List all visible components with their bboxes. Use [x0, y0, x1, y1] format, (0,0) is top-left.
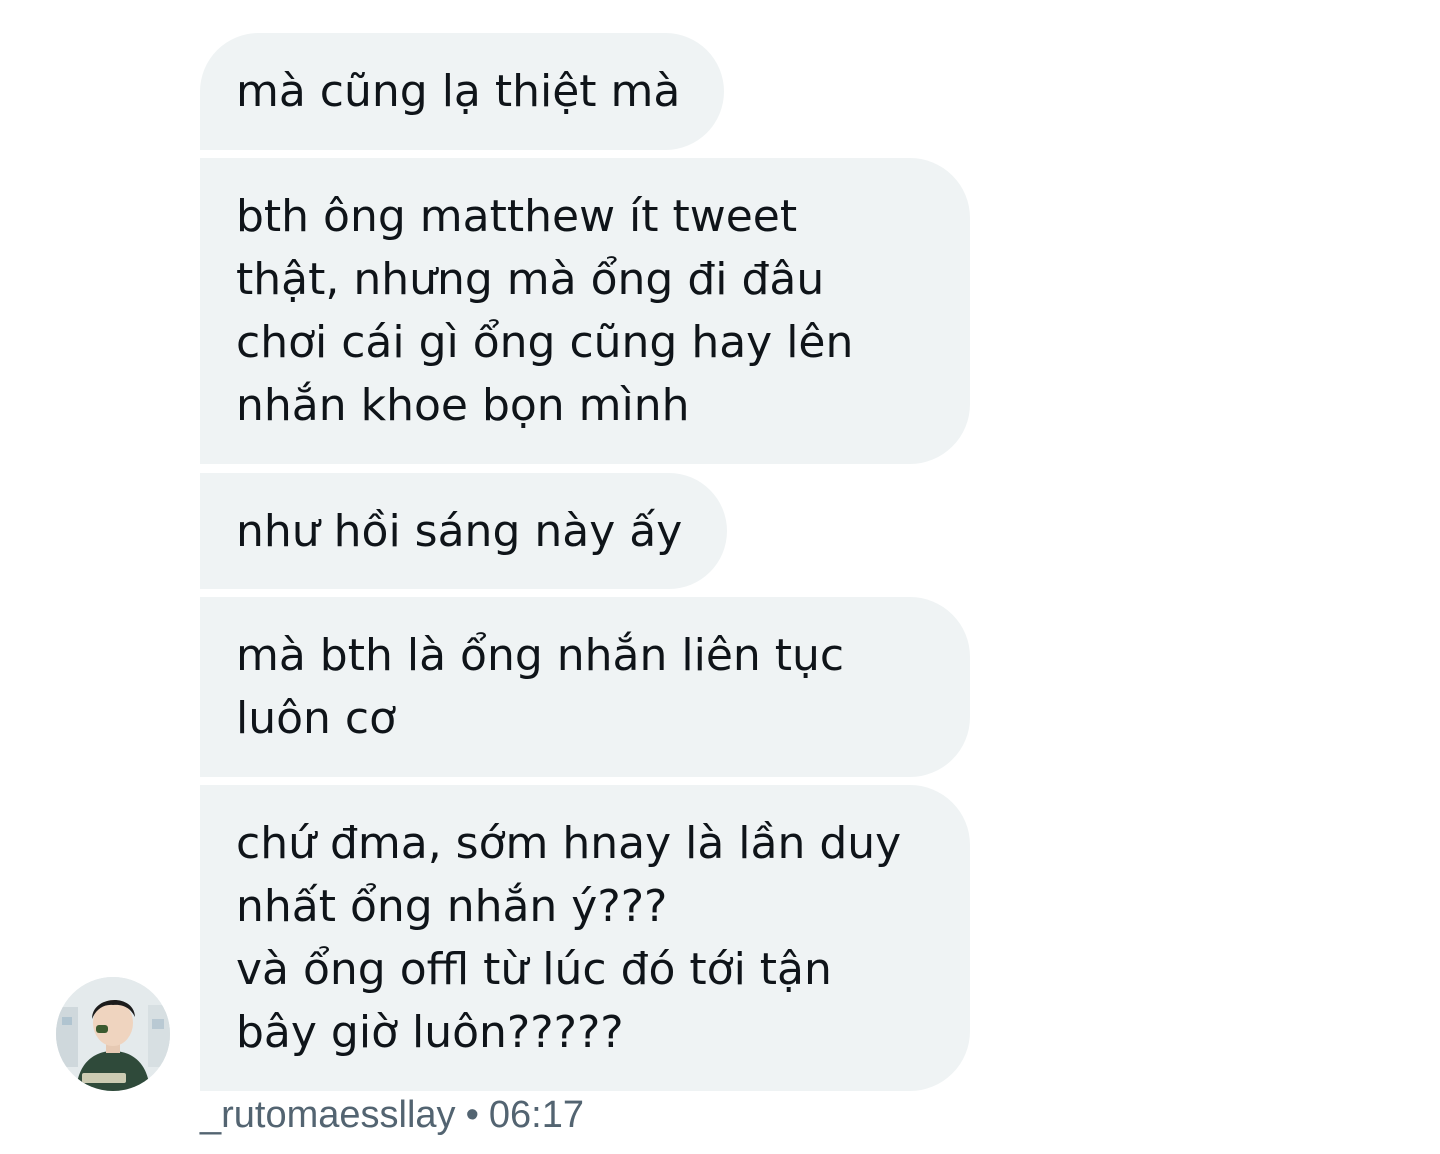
message-meta: _rutomaessllay • 06:17 — [200, 1094, 584, 1137]
message-bubble[interactable]: mà cũng lạ thiệt mà — [200, 33, 724, 150]
dm-thread: mà cũng lạ thiệt mà bth ông matthew ít t… — [0, 0, 1440, 1154]
message-text: mà bth là ổng nhắn liên tục luôn cơ — [236, 630, 845, 744]
avatar[interactable] — [56, 977, 170, 1091]
message-text: như hồi sáng này ấy — [236, 505, 683, 557]
user-avatar-photo-icon — [56, 977, 170, 1091]
message-timestamp: 06:17 — [488, 1094, 584, 1136]
message-bubble[interactable]: mà bth là ổng nhắn liên tục luôn cơ — [200, 597, 970, 777]
sender-username[interactable]: _rutomaessllay — [200, 1094, 456, 1136]
meta-separator: • — [465, 1094, 479, 1136]
message-bubble[interactable]: chứ đma, sớm hnay là lần duy nhất ổng nh… — [200, 785, 970, 1091]
message-text: bth ông matthew ít tweet thật, nhưng mà … — [236, 191, 854, 431]
message-bubble[interactable]: bth ông matthew ít tweet thật, nhưng mà … — [200, 158, 970, 464]
message-bubble[interactable]: như hồi sáng này ấy — [200, 473, 727, 589]
message-text: mà cũng lạ thiệt mà — [236, 66, 681, 117]
message-text: chứ đma, sớm hnay là lần duy nhất ổng nh… — [236, 818, 902, 1058]
